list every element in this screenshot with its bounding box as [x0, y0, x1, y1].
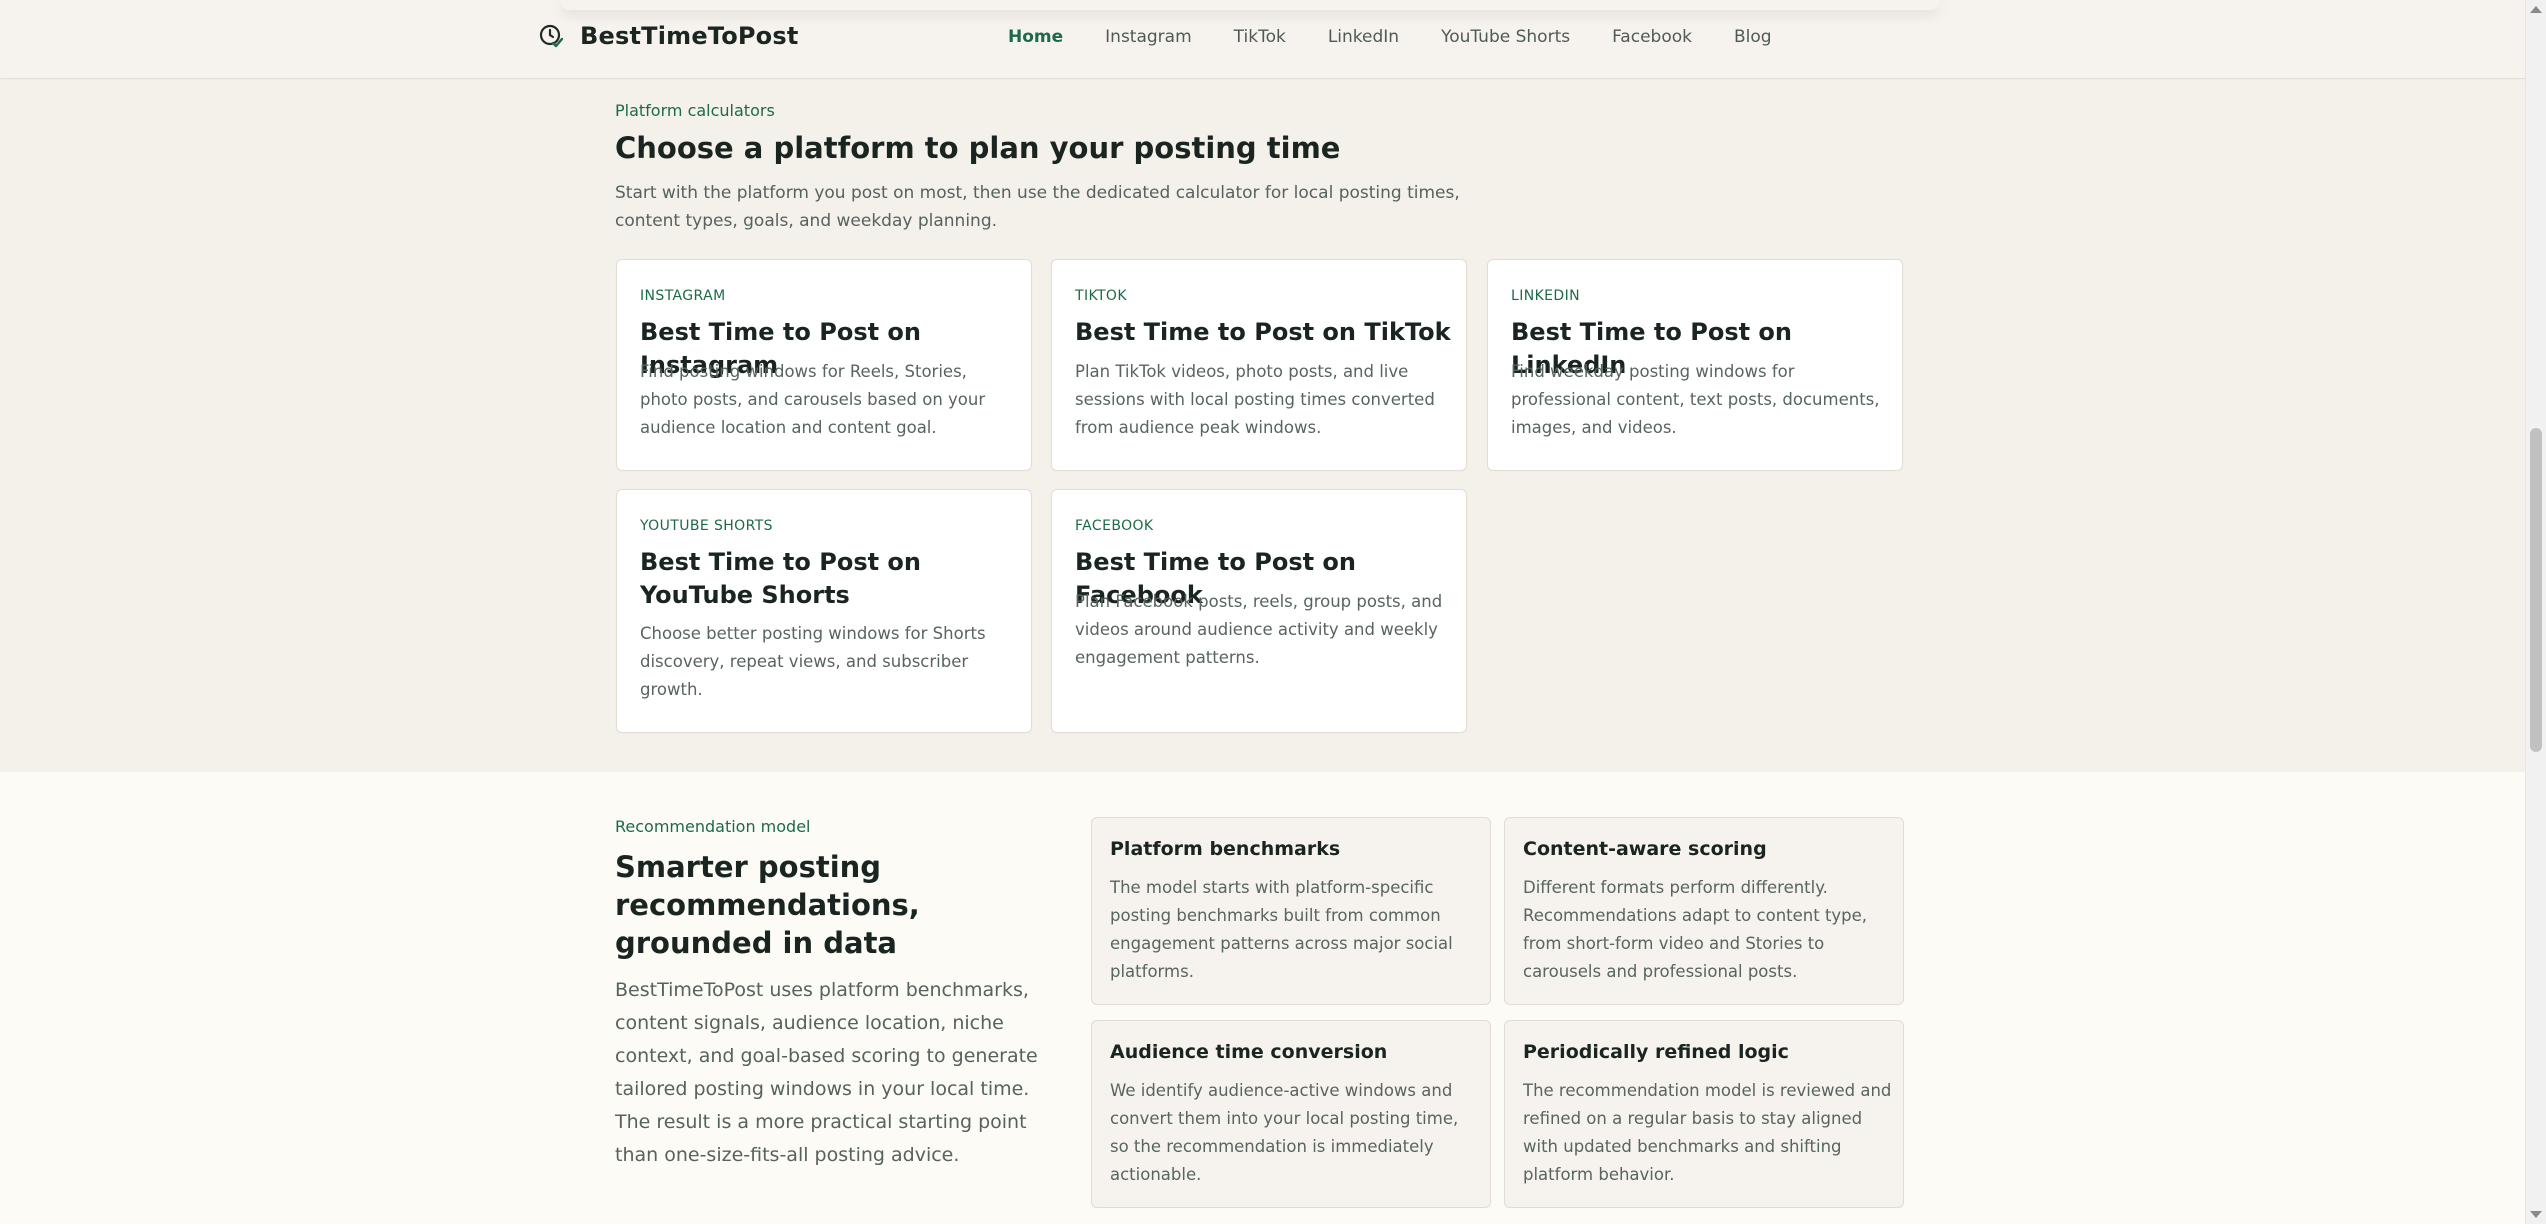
card-tag: FACEBOOK [1075, 518, 1154, 534]
section-eyebrow: Platform calculators [615, 101, 775, 120]
nav-item-blog[interactable]: Blog [1734, 27, 1772, 47]
platform-calculators-section: Platform calculators Choose a platform t… [0, 79, 2525, 771]
section-lead-line-1: Start with the platform you post on most… [615, 183, 1460, 203]
clock-check-icon [539, 24, 564, 48]
site-header: BestTimeToPost Home Instagram TikTok Lin… [0, 0, 2525, 79]
card-description: Choose better posting windows for Shorts… [640, 624, 986, 699]
feature-card-audience-time-conversion: Audience time conversion We identify aud… [1091, 1020, 1491, 1208]
nav-item-home[interactable]: Home [1008, 27, 1063, 47]
platform-card-linkedin[interactable]: LINKEDIN Best Time to Post on LinkedIn F… [1487, 259, 1903, 471]
card-description: Find weekday posting windows for profess… [1511, 362, 1880, 437]
feature-title: Platform benchmarks [1110, 838, 1341, 860]
scroll-up-arrow-icon[interactable] [2530, 6, 2542, 13]
scrollbar-thumb[interactable] [2530, 428, 2542, 752]
section-eyebrow: Recommendation model [615, 817, 811, 836]
platform-card-youtube-shorts[interactable]: YOUTUBE SHORTS Best Time to Post on YouT… [616, 489, 1032, 733]
brand-name: BestTimeToPost [580, 22, 799, 50]
brand[interactable]: BestTimeToPost [538, 22, 799, 50]
card-description: Plan Facebook posts, reels, group posts,… [1075, 592, 1443, 667]
card-description: Plan TikTok videos, photo posts, and liv… [1075, 362, 1435, 437]
card-title: Best Time to Post on YouTube Shorts [640, 548, 922, 609]
section-title: Choose a platform to plan your posting t… [615, 131, 1341, 165]
card-tag: LINKEDIN [1511, 288, 1581, 304]
section-lead-line-2: content types, goals, and weekday planni… [615, 211, 998, 231]
section-lead: BestTimeToPost uses platform benchmarks,… [615, 979, 1038, 1166]
header-shadow-decoration [560, 0, 1940, 10]
section-title: Smarter posting recommendations, grounde… [615, 850, 920, 960]
feature-description: The recommendation model is reviewed and… [1523, 1081, 1892, 1184]
feature-description: Different formats perform differently. R… [1523, 878, 1868, 981]
nav-item-tiktok[interactable]: TikTok [1234, 27, 1286, 47]
nav-item-instagram[interactable]: Instagram [1105, 27, 1192, 47]
feature-title: Periodically refined logic [1523, 1041, 1789, 1063]
section-lead: Start with the platform you post on most… [615, 179, 1515, 235]
nav-item-facebook[interactable]: Facebook [1612, 27, 1692, 47]
feature-card-periodically-refined-logic: Periodically refined logic The recommend… [1504, 1020, 1904, 1208]
card-tag: TIKTOK [1075, 288, 1127, 304]
nav-item-linkedin[interactable]: LinkedIn [1328, 27, 1399, 47]
nav-item-youtube-shorts[interactable]: YouTube Shorts [1441, 27, 1570, 47]
platform-card-facebook[interactable]: FACEBOOK Best Time to Post on Facebook P… [1051, 489, 1467, 733]
platform-card-tiktok[interactable]: TIKTOK Best Time to Post on TikTok Plan … [1051, 259, 1467, 471]
main-nav: Home Instagram TikTok LinkedIn YouTube S… [1008, 27, 1814, 47]
recommendation-model-section: Recommendation model Smarter posting rec… [0, 772, 2525, 1224]
card-tag: YOUTUBE SHORTS [640, 518, 773, 534]
feature-title: Content-aware scoring [1523, 838, 1767, 860]
card-title: Best Time to Post on TikTok [1075, 318, 1451, 346]
card-description: Find posting windows for Reels, Stories,… [640, 362, 986, 437]
scroll-down-arrow-icon[interactable] [2530, 1211, 2542, 1218]
feature-card-content-aware-scoring: Content-aware scoring Different formats … [1504, 817, 1904, 1005]
feature-description: The model starts with platform-specific … [1110, 878, 1453, 981]
card-tag: INSTAGRAM [640, 288, 726, 304]
feature-card-platform-benchmarks: Platform benchmarks The model starts wit… [1091, 817, 1491, 1005]
platform-card-instagram[interactable]: INSTAGRAM Best Time to Post on Instagram… [616, 259, 1032, 471]
page-scrollbar[interactable] [2525, 0, 2546, 1224]
feature-description: We identify audience-active windows and … [1110, 1081, 1459, 1184]
feature-title: Audience time conversion [1110, 1041, 1388, 1063]
